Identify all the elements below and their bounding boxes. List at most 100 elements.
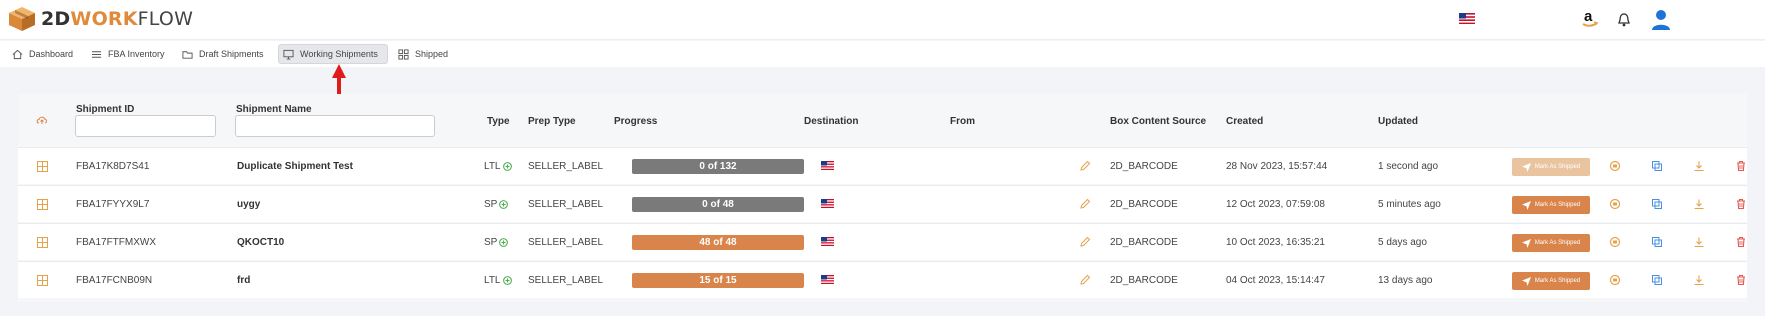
trash-icon[interactable] [1735, 160, 1747, 172]
download-icon[interactable] [1693, 198, 1705, 210]
svg-text:a: a [1584, 9, 1593, 25]
plus-circle-icon[interactable] [502, 162, 512, 171]
shipment-id[interactable]: FBA17FTFMXWX [76, 224, 156, 261]
trash-icon[interactable] [1735, 274, 1747, 286]
shipment-type: LTL [484, 161, 501, 172]
nav-shipped[interactable]: Shipped [394, 44, 452, 64]
mark-as-shipped-label: Mark As Shipped [1534, 278, 1581, 284]
bell-icon[interactable] [1617, 12, 1631, 28]
plus-circle-icon[interactable] [502, 276, 512, 285]
shipment-id-filter-input[interactable] [75, 115, 216, 137]
header-prep-type: Prep Type [528, 116, 576, 127]
shipment-id[interactable]: FBA17FCNB09N [76, 262, 152, 299]
shipment-name[interactable]: uygy [237, 186, 260, 223]
table-row[interactable]: FBA17FTFMXWX QKOCT10 SP SELLER_LABEL 48 of 4… [18, 223, 1747, 260]
print-icon[interactable] [1609, 274, 1621, 286]
nav-label: Working Shipments [300, 49, 378, 59]
box-logo-icon [9, 7, 35, 31]
mark-as-shipped-button[interactable]: Mark As Shipped [1512, 196, 1590, 214]
shipment-name[interactable]: frd [237, 262, 250, 299]
shipment-type: LTL [484, 275, 501, 286]
mark-as-shipped-button[interactable]: Mark As Shipped [1512, 234, 1590, 252]
expand-row-icon[interactable] [37, 275, 48, 286]
trash-icon[interactable] [1735, 198, 1747, 210]
app-logo[interactable]: 2DWORKFLOW [8, 6, 193, 32]
updated-time: 5 days ago [1378, 237, 1427, 248]
progress-bar: 0 of 132 [632, 159, 804, 174]
box-content-source: 2D_BARCODE [1110, 275, 1178, 286]
us-flag-icon[interactable] [1459, 13, 1475, 24]
cloud-upload-icon[interactable] [36, 115, 48, 125]
us-flag-icon [821, 161, 834, 170]
mark-as-shipped-button[interactable]: Mark As Shipped [1512, 272, 1590, 290]
mark-as-shipped-button[interactable]: Mark As Shipped [1512, 158, 1590, 176]
us-flag-icon [821, 199, 834, 208]
table-row[interactable]: FBA17K8D7S41 Duplicate Shipment Test LTL SE… [18, 147, 1747, 184]
nav-working-shipments[interactable]: Working Shipments [278, 44, 388, 64]
shipment-id[interactable]: FBA17FYYX9L7 [76, 186, 149, 223]
box-content-source: 2D_BARCODE [1110, 237, 1178, 248]
box-content-source: 2D_BARCODE [1110, 161, 1178, 172]
print-icon[interactable] [1609, 236, 1621, 248]
expand-row-icon[interactable] [37, 237, 48, 248]
shipment-name[interactable]: QKOCT10 [237, 224, 284, 261]
expand-row-icon[interactable] [37, 161, 48, 172]
header-type: Type [487, 116, 510, 127]
prep-type: SELLER_LABEL [528, 199, 604, 210]
amazon-icon[interactable]: a [1581, 9, 1599, 29]
copy-icon[interactable] [1651, 236, 1663, 248]
shipment-id[interactable]: FBA17K8D7S41 [76, 148, 149, 185]
us-flag-icon [821, 275, 834, 284]
logo-2d: 2D [41, 8, 71, 30]
send-icon [1521, 276, 1531, 286]
download-icon[interactable] [1693, 274, 1705, 286]
header-from: From [950, 116, 975, 127]
mark-as-shipped-label: Mark As Shipped [1534, 240, 1581, 246]
mark-as-shipped-label: Mark As Shipped [1534, 164, 1581, 170]
type-cell: SP [484, 186, 509, 223]
download-icon[interactable] [1693, 236, 1705, 248]
plus-circle-icon[interactable] [499, 200, 509, 209]
updated-time: 5 minutes ago [1378, 199, 1441, 210]
print-icon[interactable] [1609, 160, 1621, 172]
header-shipment-name: Shipment Name [236, 104, 312, 115]
created-date: 04 Oct 2023, 15:14:47 [1226, 275, 1325, 286]
progress-bar: 48 of 48 [632, 235, 804, 250]
download-icon[interactable] [1693, 160, 1705, 172]
nav-label: Shipped [415, 49, 449, 59]
copy-icon[interactable] [1651, 274, 1663, 286]
us-flag-icon [821, 237, 834, 246]
copy-icon[interactable] [1651, 198, 1663, 210]
grid-icon [398, 48, 409, 60]
send-icon [1521, 162, 1531, 172]
type-cell: LTL [484, 148, 512, 185]
edit-pencil-icon[interactable] [1079, 160, 1091, 172]
table-row[interactable]: FBA17FCNB09N frd LTL SELLER_LABEL 15 of 15 2D… [18, 261, 1747, 298]
prep-type: SELLER_LABEL [528, 161, 604, 172]
edit-pencil-icon[interactable] [1079, 274, 1091, 286]
print-icon[interactable] [1609, 198, 1621, 210]
folder-icon [182, 50, 193, 59]
created-date: 28 Nov 2023, 15:57:44 [1226, 161, 1328, 172]
edit-pencil-icon[interactable] [1079, 198, 1091, 210]
nav-fba-inventory[interactable]: FBA Inventory [87, 44, 169, 64]
created-date: 12 Oct 2023, 07:59:08 [1226, 199, 1325, 210]
plus-circle-icon[interactable] [499, 238, 509, 247]
nav-dashboard[interactable]: Dashboard [8, 44, 77, 64]
nav-bar: Dashboard FBA Inventory Draft Shipments … [0, 41, 1765, 67]
header-shipment-id: Shipment ID [76, 104, 135, 115]
nav-label: FBA Inventory [108, 49, 165, 59]
nav-draft-shipments[interactable]: Draft Shipments [178, 44, 268, 64]
shipment-name[interactable]: Duplicate Shipment Test [237, 148, 353, 185]
expand-row-icon[interactable] [37, 199, 48, 210]
copy-icon[interactable] [1651, 160, 1663, 172]
table-row[interactable]: FBA17FYYX9L7 uygy SP SELLER_LABEL 0 of 48 2D_… [18, 185, 1747, 222]
edit-pencil-icon[interactable] [1079, 236, 1091, 248]
trash-icon[interactable] [1735, 236, 1747, 248]
list-icon [91, 50, 102, 58]
type-cell: SP [484, 224, 509, 261]
shipment-name-filter-input[interactable] [235, 115, 435, 137]
logo-work: WORK [70, 8, 138, 30]
user-avatar-icon[interactable] [1651, 9, 1671, 31]
nav-label: Draft Shipments [199, 49, 264, 59]
